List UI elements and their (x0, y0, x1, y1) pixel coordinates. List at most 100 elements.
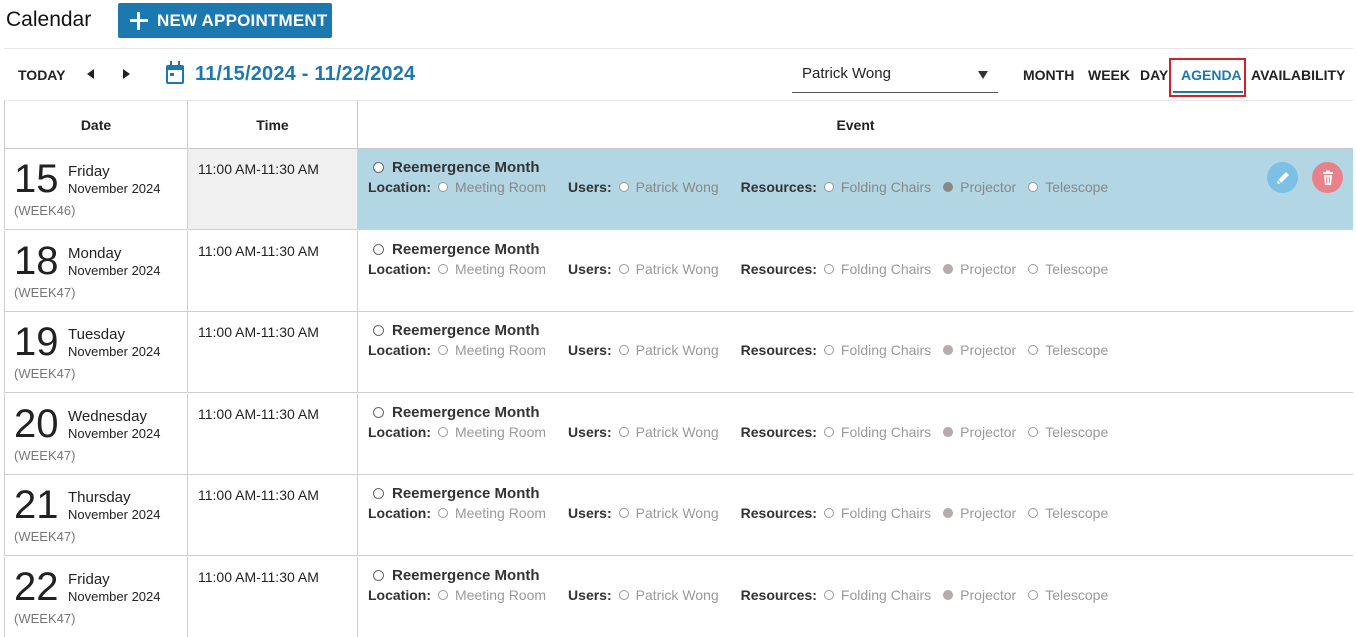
view-day-button[interactable]: DAY (1140, 67, 1168, 83)
resource-radio-icon[interactable] (1028, 590, 1039, 600)
user-option[interactable]: Patrick Wong (618, 587, 719, 603)
resource-radio-icon[interactable] (943, 427, 954, 437)
event-radio-icon[interactable] (373, 244, 384, 255)
resource-radio-icon[interactable] (943, 264, 954, 274)
location-radio-icon[interactable] (438, 427, 448, 437)
event-cell[interactable]: Reemergence Month Location: Meeting Room Us… (357, 231, 1353, 311)
event-title[interactable]: Reemergence Month (373, 159, 540, 176)
agenda-row[interactable]: 22 Friday November 2024 (WEEK47) 11:00 AM-11… (4, 557, 1353, 637)
next-arrow-icon[interactable] (123, 69, 130, 79)
event-cell[interactable]: Reemergence Month Location: Meeting Room Us… (357, 557, 1353, 637)
resource-option[interactable]: Telescope (1028, 179, 1108, 195)
view-availability-button[interactable]: AVAILABILITY (1251, 67, 1345, 83)
calendar-icon[interactable] (166, 61, 184, 84)
resource-option[interactable]: Projector (943, 342, 1016, 358)
event-title[interactable]: Reemergence Month (373, 322, 540, 339)
agenda-row[interactable]: 18 Monday November 2024 (WEEK47) 11:00 AM-11… (4, 231, 1353, 312)
event-cell[interactable]: Reemergence Month Location: Meeting Room Us… (357, 394, 1353, 474)
resource-option[interactable]: Telescope (1028, 587, 1108, 603)
agenda-row[interactable]: 15 Friday November 2024 (WEEK46) 11:00 AM-11… (4, 149, 1353, 230)
event-radio-icon[interactable] (373, 407, 384, 418)
time-cell: 11:00 AM-11:30 AM (187, 394, 357, 474)
event-title[interactable]: Reemergence Month (373, 404, 540, 421)
resource-option[interactable]: Telescope (1028, 424, 1108, 440)
user-select[interactable]: Patrick Wong (792, 57, 998, 93)
location-option[interactable]: Meeting Room (438, 342, 546, 358)
previous-arrow-icon[interactable] (87, 69, 94, 79)
user-radio-icon[interactable] (618, 182, 629, 192)
resource-radio-icon[interactable] (943, 345, 954, 355)
user-option[interactable]: Patrick Wong (618, 261, 719, 277)
user-radio-icon[interactable] (618, 427, 629, 437)
resource-radio-icon[interactable] (1028, 508, 1039, 518)
location-option[interactable]: Meeting Room (438, 424, 546, 440)
user-option[interactable]: Patrick Wong (618, 505, 719, 521)
resource-option[interactable]: Projector (943, 505, 1016, 521)
view-agenda-button[interactable]: AGENDA (1181, 67, 1242, 83)
location-radio-icon[interactable] (438, 264, 448, 274)
location-option[interactable]: Meeting Room (438, 261, 546, 277)
resource-option[interactable]: Telescope (1028, 261, 1108, 277)
location-option[interactable]: Meeting Room (438, 587, 546, 603)
resource-radio-icon[interactable] (1028, 182, 1039, 192)
resource-radio-icon[interactable] (1028, 264, 1039, 274)
event-title[interactable]: Reemergence Month (373, 567, 540, 584)
event-cell[interactable]: Reemergence Month Location: Meeting Room Us… (357, 149, 1353, 229)
resource-radio-icon[interactable] (823, 182, 834, 192)
view-week-button[interactable]: WEEK (1088, 67, 1130, 83)
user-radio-icon[interactable] (618, 590, 629, 600)
resource-option[interactable]: Folding Chairs (823, 342, 931, 358)
resource-option[interactable]: Folding Chairs (823, 505, 931, 521)
agenda-row[interactable]: 20 Wednesday November 2024 (WEEK47) 11:00 AM… (4, 394, 1353, 475)
event-radio-icon[interactable] (373, 325, 384, 336)
date-range-label[interactable]: 11/15/2024 - 11/22/2024 (195, 63, 415, 86)
user-radio-icon[interactable] (618, 264, 629, 274)
location-radio-icon[interactable] (438, 182, 448, 192)
event-title[interactable]: Reemergence Month (373, 485, 540, 502)
edit-button[interactable] (1267, 162, 1298, 193)
today-button[interactable]: TODAY (18, 67, 65, 83)
resource-radio-icon[interactable] (823, 590, 834, 600)
new-appointment-button[interactable]: NEW APPOINTMENT (118, 3, 332, 38)
event-radio-icon[interactable] (373, 162, 384, 173)
resource-option[interactable]: Projector (943, 587, 1016, 603)
resource-radio-icon[interactable] (823, 508, 834, 518)
user-radio-icon[interactable] (618, 345, 629, 355)
event-title[interactable]: Reemergence Month (373, 241, 540, 258)
resource-option[interactable]: Projector (943, 261, 1016, 277)
location-option[interactable]: Meeting Room (438, 505, 546, 521)
resource-radio-icon[interactable] (943, 182, 954, 192)
resource-radio-icon[interactable] (1028, 345, 1039, 355)
location-radio-icon[interactable] (438, 345, 448, 355)
agenda-row[interactable]: 21 Thursday November 2024 (WEEK47) 11:00 AM-… (4, 475, 1353, 556)
resource-option[interactable]: Telescope (1028, 342, 1108, 358)
resource-radio-icon[interactable] (943, 508, 954, 518)
event-radio-icon[interactable] (373, 488, 384, 499)
agenda-row[interactable]: 19 Tuesday November 2024 (WEEK47) 11:00 AM-1… (4, 312, 1353, 393)
location-radio-icon[interactable] (438, 508, 448, 518)
resource-radio-icon[interactable] (823, 427, 834, 437)
resource-option[interactable]: Projector (943, 424, 1016, 440)
event-radio-icon[interactable] (373, 570, 384, 581)
event-cell[interactable]: Reemergence Month Location: Meeting Room Us… (357, 312, 1353, 392)
user-option[interactable]: Patrick Wong (618, 342, 719, 358)
location-option[interactable]: Meeting Room (438, 179, 546, 195)
resource-option[interactable]: Folding Chairs (823, 587, 931, 603)
resource-option[interactable]: Folding Chairs (823, 261, 931, 277)
resource-option[interactable]: Projector (943, 179, 1016, 195)
resource-option[interactable]: Folding Chairs (823, 179, 931, 195)
location-radio-icon[interactable] (438, 590, 448, 600)
user-option[interactable]: Patrick Wong (618, 179, 719, 195)
event-details: Location: Meeting Room Users: Patrick Wong R… (368, 505, 1108, 521)
event-cell[interactable]: Reemergence Month Location: Meeting Room Us… (357, 475, 1353, 555)
resource-radio-icon[interactable] (823, 345, 834, 355)
resource-radio-icon[interactable] (1028, 427, 1039, 437)
user-option[interactable]: Patrick Wong (618, 424, 719, 440)
resource-radio-icon[interactable] (823, 264, 834, 274)
user-radio-icon[interactable] (618, 508, 629, 518)
delete-button[interactable] (1312, 162, 1343, 193)
resource-radio-icon[interactable] (943, 590, 954, 600)
view-month-button[interactable]: MONTH (1023, 67, 1074, 83)
resource-option[interactable]: Folding Chairs (823, 424, 931, 440)
resource-option[interactable]: Telescope (1028, 505, 1108, 521)
